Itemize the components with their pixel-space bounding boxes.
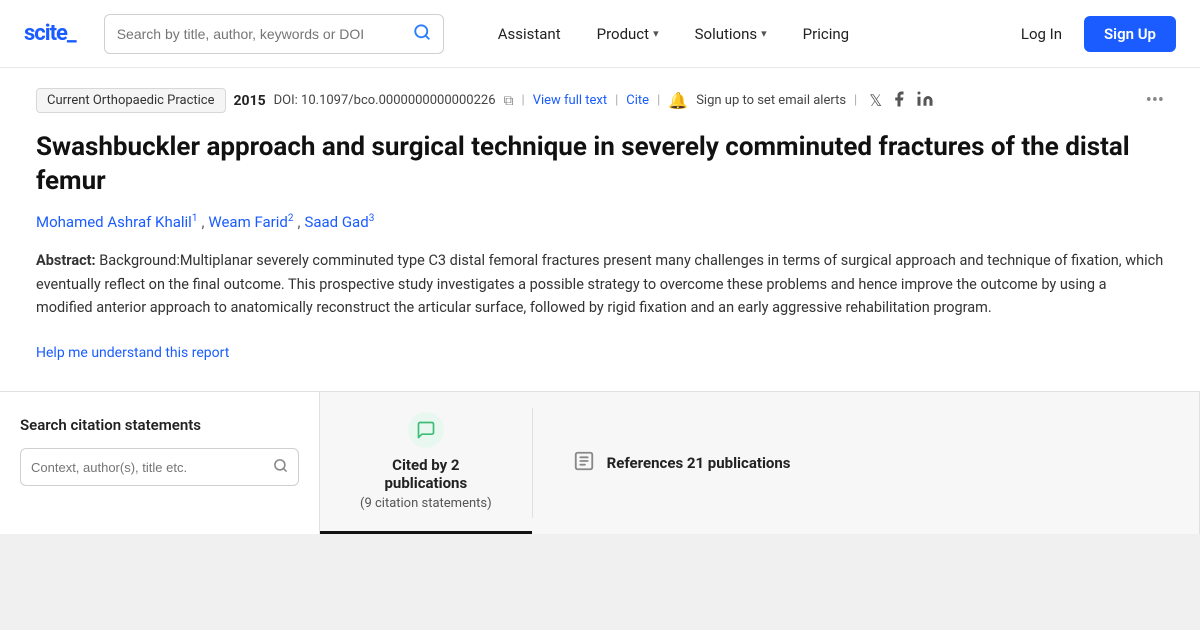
nav-solutions[interactable]: Solutions ▾ <box>681 17 781 51</box>
facebook-icon[interactable] <box>890 90 908 112</box>
article-panel: Current Orthopaedic Practice 2015 DOI: 1… <box>0 68 1200 392</box>
nav-links: Assistant Product ▾ Solutions ▾ Pricing … <box>484 16 1176 52</box>
citation-search-input[interactable] <box>31 460 273 475</box>
doi-text: DOI: 10.1097/bco.0000000000000226 <box>274 93 496 108</box>
bell-icon[interactable]: 🔔 <box>668 91 688 110</box>
logo[interactable]: scite_ <box>24 21 76 46</box>
meta-bar: Current Orthopaedic Practice 2015 DOI: 1… <box>36 88 1164 113</box>
login-button[interactable]: Log In <box>1007 17 1076 51</box>
copy-icon[interactable]: ⧉ <box>504 93 514 109</box>
linkedin-icon[interactable] <box>916 90 934 112</box>
references-tab[interactable]: References 21 publications <box>533 392 831 534</box>
cite-link[interactable]: Cite <box>626 93 649 108</box>
references-label: References 21 publications <box>607 454 791 472</box>
nav-assistant[interactable]: Assistant <box>484 17 575 51</box>
search-bar-container <box>104 14 444 54</box>
search-icon <box>413 23 431 45</box>
publication-year: 2015 <box>234 93 266 109</box>
nav-product[interactable]: Product ▾ <box>583 17 673 51</box>
citation-statements-label: (9 citation statements) <box>360 496 492 511</box>
nav-pricing[interactable]: Pricing <box>789 17 863 51</box>
author-3[interactable]: Saad Gad3 <box>304 213 374 231</box>
more-options-icon[interactable]: ••• <box>1146 90 1164 111</box>
cited-by-label: Cited by 2publications <box>384 456 467 492</box>
chevron-down-icon: ▾ <box>761 27 767 40</box>
bottom-section: Search citation statements Cited by 2pub… <box>0 392 1200 534</box>
journal-name: Current Orthopaedic Practice <box>36 88 226 113</box>
article-title: Swashbuckler approach and surgical techn… <box>36 131 1164 199</box>
pipe-divider: | <box>522 93 525 108</box>
alert-text: Sign up to set email alerts <box>696 93 846 108</box>
abstract-body: Background:Multiplanar severely comminut… <box>36 252 1163 317</box>
cited-by-tab[interactable]: Cited by 2publications (9 citation state… <box>320 392 532 534</box>
author-2[interactable]: Weam Farid2 <box>208 213 293 231</box>
search-input[interactable] <box>117 26 407 42</box>
cited-by-icon <box>408 412 444 448</box>
abstract-label: Abstract: <box>36 252 96 269</box>
abstract-text: Abstract: Background:Multiplanar severel… <box>36 249 1164 321</box>
pipe-divider-4: | <box>854 93 857 108</box>
help-understand-link[interactable]: Help me understand this report <box>36 345 229 361</box>
magnifier-icon <box>273 458 288 477</box>
chevron-down-icon: ▾ <box>653 27 659 40</box>
signup-button[interactable]: Sign Up <box>1084 16 1176 52</box>
twitter-icon[interactable]: 𝕏 <box>869 91 882 110</box>
social-icons: 𝕏 <box>869 90 934 112</box>
view-full-text-link[interactable]: View full text <box>533 93 607 108</box>
references-icon <box>573 450 595 477</box>
pipe-divider-3: | <box>657 93 660 108</box>
search-citation-title: Search citation statements <box>20 416 299 434</box>
citation-search-container <box>20 448 299 486</box>
navbar: scite_ Assistant Product ▾ Solutions ▾ P… <box>0 0 1200 68</box>
authors-list: Mohamed Ashraf Khalil1 , Weam Farid2 , S… <box>36 213 1164 231</box>
pipe-divider-2: | <box>615 93 618 108</box>
author-1[interactable]: Mohamed Ashraf Khalil1 <box>36 213 197 231</box>
tabs-panel: Cited by 2publications (9 citation state… <box>320 392 1200 534</box>
search-citation-panel: Search citation statements <box>0 392 320 534</box>
